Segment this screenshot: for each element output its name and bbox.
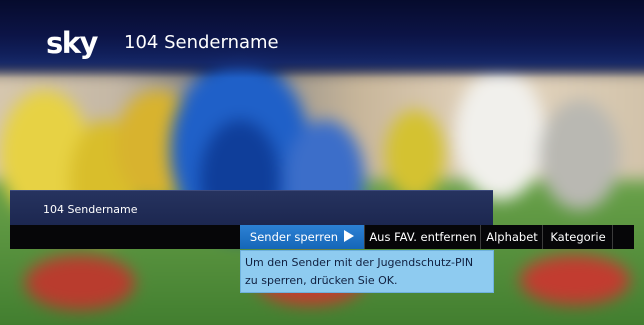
play-arrow-icon — [344, 230, 355, 242]
sky-logo: sky — [46, 26, 98, 60]
menu-item-label: Kategorie — [550, 230, 606, 244]
menu-item-label: Sender sperren — [249, 230, 339, 244]
channel-name: 104 Sendername — [43, 203, 138, 216]
channel-title: 104 Sendername — [124, 32, 279, 53]
header-bar: sky 104 Sendername — [0, 0, 644, 78]
menu-item-label: Alphabet — [486, 230, 538, 244]
menu-item-kategorie[interactable]: Kategorie — [542, 225, 613, 249]
tooltip-text: Um den Sender mit der Jugendschutz-PIN z… — [245, 256, 474, 287]
tv-screen: sky 104 Sendername 104 Sendername Sender… — [0, 0, 644, 325]
options-menu: Sender sperren Aus FAV. entfernen Alphab… — [10, 225, 634, 249]
help-tooltip: Um den Sender mit der Jugendschutz-PIN z… — [240, 250, 494, 293]
menu-divider — [612, 225, 635, 249]
menu-item-alphabet[interactable]: Alphabet — [480, 225, 543, 249]
menu-item-sender-sperren[interactable]: Sender sperren — [240, 225, 364, 249]
menu-item-aus-fav-entfernen[interactable]: Aus FAV. entfernen — [364, 225, 481, 249]
channel-info-bar: 104 Sendername — [10, 190, 493, 225]
menu-item-label: Aus FAV. entfernen — [369, 230, 477, 244]
